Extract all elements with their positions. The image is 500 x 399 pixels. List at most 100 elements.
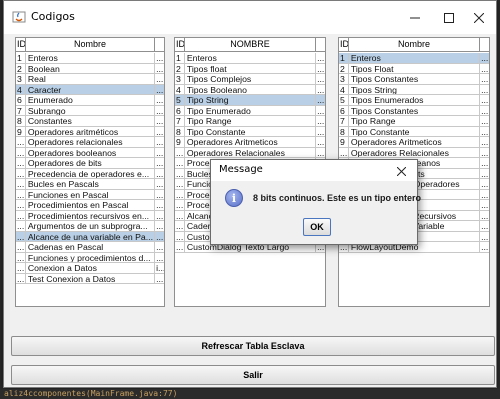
cell-id[interactable]: ... xyxy=(16,137,26,147)
table-row[interactable]: ... Procedimientos recursivos en...... xyxy=(16,210,164,221)
cell-id[interactable]: ... xyxy=(16,147,26,157)
cell-id[interactable]: 4 xyxy=(16,84,26,94)
table-row[interactable]: ... Test Conexion a Datos... xyxy=(16,273,164,284)
cell-nombre[interactable]: Bucles en Pascals xyxy=(26,179,156,189)
cell-extra[interactable]: ... xyxy=(480,85,489,94)
cell-nombre[interactable]: Operadores Aritmeticos xyxy=(349,137,481,147)
column-header-extra[interactable] xyxy=(316,38,325,52)
cell-nombre[interactable]: Enteros xyxy=(349,53,481,63)
cell-id[interactable]: 9 xyxy=(175,137,185,147)
table-row[interactable]: ... Procedimientos en Pascal... xyxy=(16,200,164,211)
cell-nombre[interactable]: Tipos String xyxy=(349,84,481,94)
cell-nombre[interactable]: Funciones y procedimientos d... xyxy=(26,252,156,262)
column-header-nombre[interactable]: NOMBRE xyxy=(185,38,317,52)
cell-extra[interactable]: ... xyxy=(316,74,325,83)
cell-extra[interactable]: ... xyxy=(155,116,164,125)
cell-id[interactable]: 5 xyxy=(339,95,349,105)
column-header-id[interactable]: ID xyxy=(16,38,26,52)
cell-extra[interactable]: ... xyxy=(480,158,489,167)
dialog-title-bar[interactable]: Message xyxy=(211,160,417,181)
cell-extra[interactable]: ... xyxy=(155,74,164,83)
table-row[interactable]: 7 Tipo Range... xyxy=(339,116,489,127)
cell-extra[interactable]: ... xyxy=(316,64,325,73)
column-header-extra[interactable] xyxy=(480,38,489,52)
cell-id[interactable]: 3 xyxy=(16,74,26,84)
table-row[interactable]: 8 Constantes... xyxy=(16,116,164,127)
table-row[interactable]: 4 Caracter... xyxy=(16,84,164,95)
cell-nombre[interactable]: Operadores Relacionales xyxy=(185,147,317,157)
cell-extra[interactable]: ... xyxy=(155,53,164,62)
cell-extra[interactable]: ... xyxy=(155,169,164,178)
cell-id[interactable]: 1 xyxy=(16,53,26,63)
cell-extra[interactable]: ... xyxy=(155,106,164,115)
cell-nombre[interactable]: Tipos Float xyxy=(349,63,481,73)
table-row[interactable]: 2 Boolean... xyxy=(16,63,164,74)
table-row[interactable]: ... Alcance de una variable en Pa...... xyxy=(16,231,164,242)
cell-nombre[interactable]: Enumerado xyxy=(26,95,156,105)
cell-id[interactable]: 3 xyxy=(339,74,349,84)
table-row[interactable]: 6 Tipos Constantes... xyxy=(339,105,489,116)
cell-id[interactable]: 2 xyxy=(339,63,349,73)
cell-nombre[interactable]: Tipos Booleano xyxy=(185,84,317,94)
table-row[interactable]: 4 Tipos Booleano... xyxy=(175,84,325,95)
cell-id[interactable]: 7 xyxy=(16,105,26,115)
cell-extra[interactable]: ... xyxy=(480,190,489,199)
cell-nombre[interactable]: Enteros xyxy=(185,53,317,63)
cell-nombre[interactable]: Operadores de bits xyxy=(26,158,156,168)
cell-id[interactable]: 6 xyxy=(16,95,26,105)
table-row[interactable]: ... Operadores relacionales... xyxy=(16,137,164,148)
column-header-extra[interactable] xyxy=(155,38,164,52)
table-row[interactable]: 4 Tipos String... xyxy=(339,84,489,95)
table-row[interactable]: 9 Operadores Aritmeticos... xyxy=(175,137,325,148)
cell-nombre[interactable]: Alcance de una variable en Pa... xyxy=(26,231,156,241)
cell-id[interactable]: 4 xyxy=(175,84,185,94)
table-row[interactable]: 2 Tipos Float... xyxy=(339,63,489,74)
cell-id[interactable]: ... xyxy=(16,189,26,199)
cell-id[interactable]: ... xyxy=(16,273,26,283)
cell-id[interactable]: ... xyxy=(16,168,26,178)
cell-nombre[interactable]: Tipos Complejos xyxy=(185,74,317,84)
cell-extra[interactable]: ... xyxy=(155,221,164,230)
cell-extra[interactable]: ... xyxy=(480,74,489,83)
cell-id[interactable]: 8 xyxy=(339,126,349,136)
table-row[interactable]: ... Funciones y procedimientos d...... xyxy=(16,252,164,263)
cell-extra[interactable]: ... xyxy=(480,127,489,136)
close-button[interactable] xyxy=(462,1,496,34)
cell-extra[interactable]: ... xyxy=(480,242,489,251)
cell-extra[interactable]: ... xyxy=(155,148,164,157)
table-row[interactable]: 7 Tipo Range... xyxy=(175,116,325,127)
table-row[interactable]: 6 Tipo Enumerado... xyxy=(175,105,325,116)
cell-nombre[interactable]: Operadores booleanos xyxy=(26,147,156,157)
cell-id[interactable]: 2 xyxy=(16,63,26,73)
column-header-id[interactable]: ID xyxy=(339,38,349,52)
exit-button[interactable]: Salir xyxy=(11,365,495,385)
cell-nombre[interactable]: Tipo Range xyxy=(185,116,317,126)
table-row[interactable]: 1 Enteros... xyxy=(339,53,489,64)
table-row[interactable]: ... Bucles en Pascals... xyxy=(16,179,164,190)
column-header-id[interactable]: ID xyxy=(175,38,185,52)
table-codigos-1[interactable]: ID Nombre 1 Enteros... 2 Boolean... 3 Real...… xyxy=(15,37,165,307)
cell-nombre[interactable]: Constantes xyxy=(26,116,156,126)
cell-id[interactable]: ... xyxy=(16,200,26,210)
cell-extra[interactable]: ... xyxy=(480,116,489,125)
cell-nombre[interactable]: Operadores relacionales xyxy=(26,137,156,147)
cell-extra[interactable]: ... xyxy=(155,253,164,262)
cell-id[interactable]: ... xyxy=(175,189,185,199)
cell-nombre[interactable]: Procedimientos recursivos en... xyxy=(26,210,156,220)
cell-extra[interactable]: ... xyxy=(155,127,164,136)
table-row[interactable]: 9 Operadores Aritmeticos... xyxy=(339,137,489,148)
cell-nombre[interactable]: Tipo String xyxy=(185,95,317,105)
cell-extra[interactable]: ... xyxy=(480,221,489,230)
cell-extra[interactable]: ... xyxy=(155,179,164,188)
cell-id[interactable]: ... xyxy=(16,158,26,168)
cell-id[interactable]: ... xyxy=(16,179,26,189)
cell-id[interactable]: 6 xyxy=(175,105,185,115)
cell-nombre[interactable]: Test Conexion a Datos xyxy=(26,273,156,283)
cell-extra[interactable]: ... xyxy=(480,95,489,104)
cell-id[interactable]: 2 xyxy=(175,63,185,73)
cell-nombre[interactable]: Tipos Constantes xyxy=(349,105,481,115)
table-row[interactable]: 1 Enteros... xyxy=(175,53,325,64)
cell-nombre[interactable]: Tipo Constante xyxy=(185,126,317,136)
table-row[interactable]: ... Precedencia de operadores e...... xyxy=(16,168,164,179)
cell-nombre[interactable]: Tipo Enumerado xyxy=(185,105,317,115)
